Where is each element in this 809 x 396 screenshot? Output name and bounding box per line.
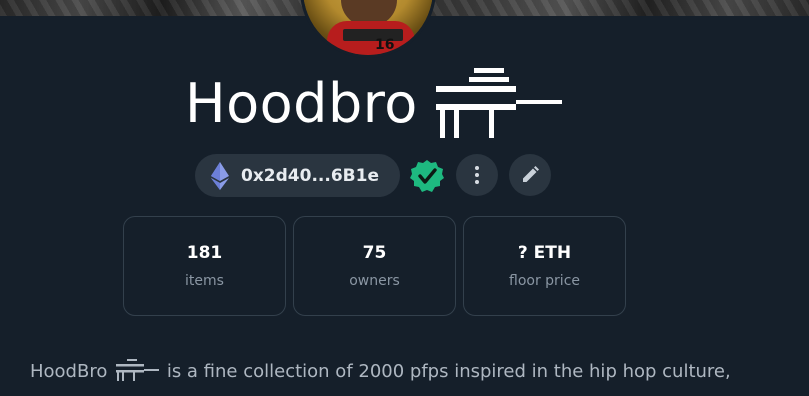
stat-value: 75 bbox=[362, 243, 387, 263]
gun-emblem-icon bbox=[116, 359, 160, 381]
contract-address-button[interactable]: 0x2d40...6B1e bbox=[195, 154, 400, 197]
stat-label: items bbox=[185, 273, 224, 289]
stat-label: owners bbox=[349, 273, 400, 289]
collection-title: Hoodbro bbox=[185, 68, 564, 138]
stat-card-floor-price: ? ETH floor price bbox=[463, 216, 626, 316]
collection-avatar: 16 bbox=[300, 0, 436, 58]
verified-badge-icon bbox=[410, 160, 444, 192]
edit-collection-button[interactable] bbox=[509, 154, 551, 196]
more-vertical-icon bbox=[475, 166, 479, 184]
stat-label: floor price bbox=[509, 273, 580, 289]
ethereum-icon bbox=[211, 161, 229, 190]
description-text: is a fine collection of 2000 pfps inspir… bbox=[166, 361, 731, 382]
stat-card-items: 181 items bbox=[123, 216, 286, 316]
pencil-icon bbox=[523, 166, 539, 182]
collection-name: Hoodbro bbox=[185, 71, 418, 135]
description-prefix: HoodBro bbox=[30, 361, 108, 382]
stat-value: 181 bbox=[186, 243, 223, 263]
stat-card-owners: 75 owners bbox=[293, 216, 456, 316]
contract-address: 0x2d40...6B1e bbox=[241, 165, 379, 186]
more-options-button[interactable] bbox=[456, 154, 498, 196]
collection-description: HoodBro is a fine collection of 2000 pfp… bbox=[30, 358, 790, 386]
stat-value: ? ETH bbox=[517, 243, 572, 263]
gun-emblem-icon bbox=[435, 68, 562, 138]
